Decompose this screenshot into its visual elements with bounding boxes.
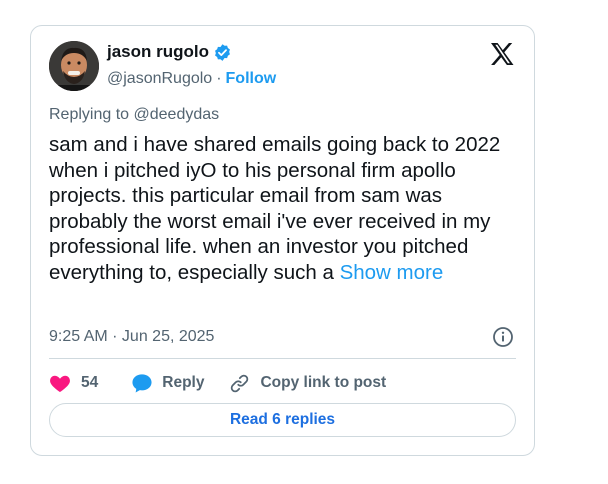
action-bar: 54 Reply Copy link to post: [49, 368, 386, 398]
divider: [49, 358, 516, 359]
like-button[interactable]: 54: [49, 373, 98, 393]
separator-dot: ·: [216, 70, 222, 87]
read-replies-label: Read 6 replies: [229, 411, 336, 428]
avatar[interactable]: [49, 41, 99, 91]
reply-bubble-icon: [132, 374, 152, 393]
author-name-row: jason rugolo: [107, 42, 232, 62]
info-icon[interactable]: [492, 326, 514, 348]
author-handle[interactable]: @jasonRugolo: [107, 70, 212, 88]
x-logo-icon[interactable]: [490, 43, 514, 65]
show-more-link[interactable]: Show more: [340, 261, 444, 284]
verified-badge-icon: [213, 43, 232, 62]
like-count: 54: [81, 374, 99, 391]
copy-link-button[interactable]: Copy link to post: [229, 373, 386, 394]
tweet-body: sam and i have shared emails going back …: [49, 132, 519, 285]
tweet-timestamp[interactable]: 9:25 AM · Jun 25, 2025: [49, 328, 214, 346]
reply-button[interactable]: Reply: [131, 373, 204, 393]
replying-to-handle[interactable]: @deedydas: [134, 106, 220, 123]
copy-link-label: Copy link to post: [260, 374, 387, 391]
author-name[interactable]: jason rugolo: [107, 42, 209, 62]
follow-button[interactable]: Follow: [226, 70, 277, 88]
heart-icon: [50, 375, 70, 393]
reply-label: Reply: [162, 374, 205, 391]
read-replies-button[interactable]: Read 6 replies: [49, 403, 516, 437]
link-icon: [231, 374, 249, 392]
replying-to-line: Replying to @deedydas: [49, 106, 219, 124]
replying-prefix: Replying to: [49, 106, 130, 123]
author-handle-row: @jasonRugolo · Follow: [107, 70, 276, 88]
embedded-tweet-card[interactable]: jason rugolo @jasonRugolo · Follow Reply…: [30, 25, 535, 456]
